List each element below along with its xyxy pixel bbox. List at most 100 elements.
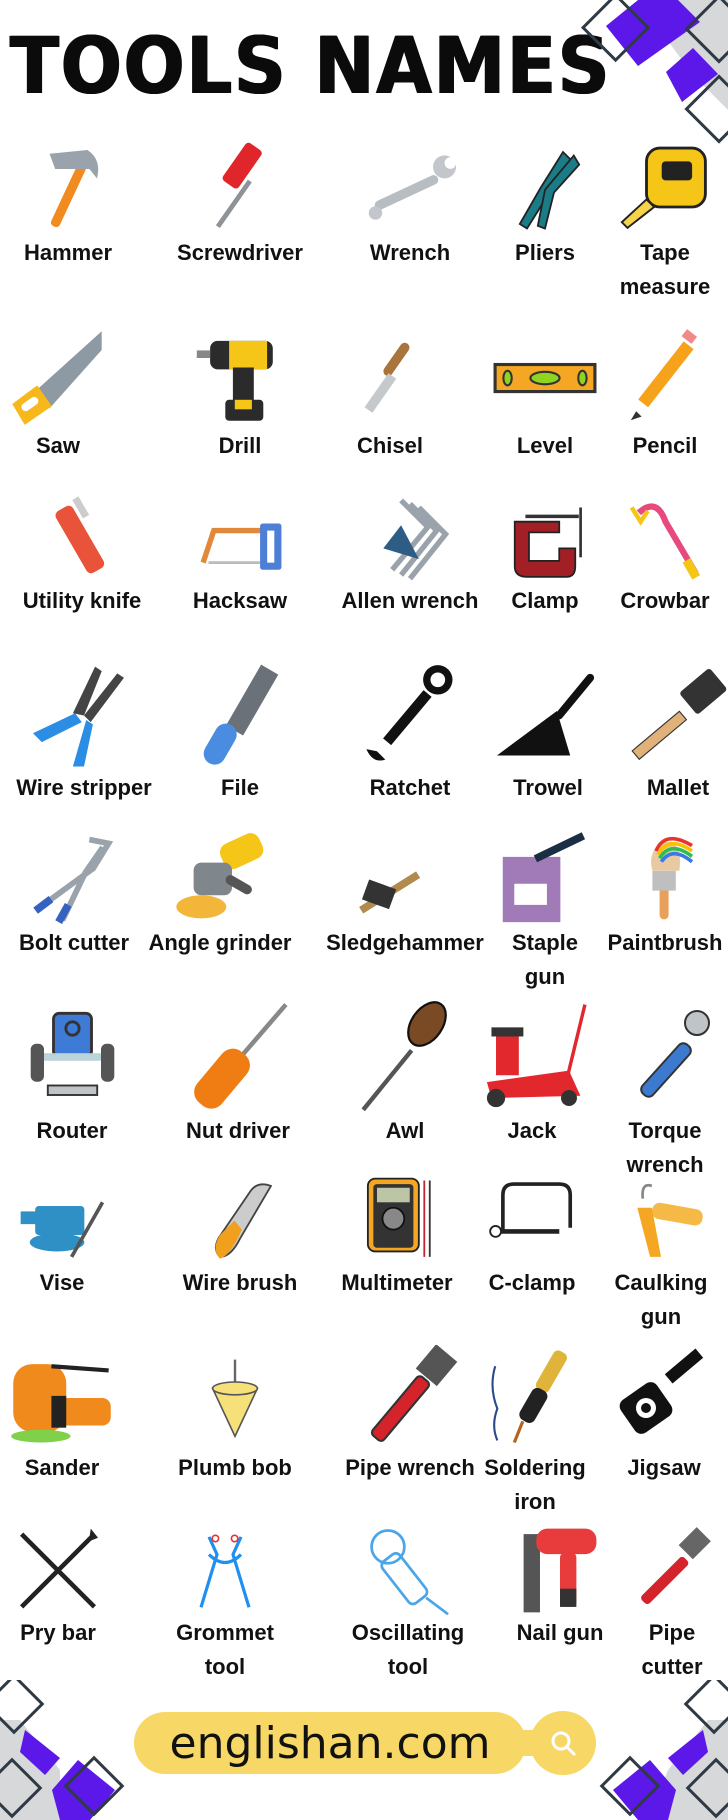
tool-label: Saw — [35, 433, 81, 458]
mallet-icon — [623, 660, 728, 771]
tool-label: Nut driver — [186, 1118, 290, 1143]
tool-label: Mallet — [646, 775, 710, 800]
tool-label-line2: gun — [640, 1304, 682, 1329]
tool-card-crowbar: Crowbar — [575, 495, 728, 618]
plumb-bob-icon — [195, 1345, 275, 1451]
angle-grinder-icon — [163, 830, 278, 926]
tool-card-pry-bar: Pry bar — [0, 1525, 148, 1650]
paintbrush-icon — [620, 830, 710, 926]
nut-driver-icon — [173, 1000, 303, 1114]
tool-label: Jigsaw — [627, 1455, 701, 1480]
tool-label: Sander — [24, 1455, 100, 1480]
corner-decoration-top-right — [580, 0, 728, 144]
torque-wrench-icon — [615, 1000, 715, 1114]
tool-label: Pencil — [632, 433, 698, 458]
allen-wrench-icon — [355, 495, 465, 584]
tool-label: Hacksaw — [192, 588, 288, 613]
tool-label-line2: tool — [204, 1654, 246, 1679]
tool-card-plumb-bob: Plumb bob — [145, 1345, 325, 1485]
tool-label: Plumb bob — [178, 1455, 292, 1480]
tool-label: Wire stripper — [16, 775, 152, 800]
grommet-tool-icon — [185, 1525, 265, 1616]
oscillating-tool-icon — [358, 1525, 458, 1616]
utility-knife-icon — [35, 495, 130, 584]
bolt-cutter-icon — [24, 830, 124, 926]
tool-card-nut-driver: Nut driver — [148, 1000, 328, 1148]
tool-label: Grommet — [176, 1620, 274, 1645]
site-url: englishan.com — [169, 1717, 491, 1769]
tool-label: Utility knife — [22, 588, 142, 613]
tool-card-tape-measure: Tape measure — [575, 140, 728, 304]
tool-label: File — [221, 775, 259, 800]
hammer-icon — [21, 140, 116, 236]
pencil-icon — [620, 325, 710, 429]
hacksaw-icon — [163, 495, 318, 584]
tool-card-paintbrush: Paintbrush — [575, 830, 728, 960]
tool-card-hammer: Hammer — [0, 140, 158, 270]
tool-card-sander: Sander — [0, 1345, 152, 1485]
tool-label: Tape — [640, 240, 690, 265]
ratchet-icon — [358, 660, 463, 771]
tool-label: Router — [36, 1118, 108, 1143]
tool-card-screwdriver: Screwdriver — [150, 140, 330, 270]
tool-label: Chisel — [356, 433, 424, 458]
wire-brush-icon — [185, 1175, 295, 1266]
tool-card-torque-wrench: Torque wrench — [575, 1000, 728, 1182]
sledgehammer-icon — [340, 830, 470, 926]
tool-card-hacksaw: Hacksaw — [150, 495, 330, 618]
tool-label-line2: measure — [619, 274, 711, 299]
saw-icon — [3, 325, 113, 429]
tool-label: Caulking — [614, 1270, 708, 1295]
tool-card-utility-knife: Utility knife — [0, 495, 172, 618]
tool-label: Screwdriver — [177, 240, 303, 265]
tool-card-saw: Saw — [0, 325, 148, 463]
tool-card-wire-brush: Wire brush — [150, 1175, 330, 1300]
pipe-cutter-icon — [622, 1525, 722, 1616]
tool-label: Angle grinder — [148, 930, 292, 955]
tool-label: Vise — [39, 1270, 85, 1295]
file-icon — [185, 660, 295, 771]
drill-icon — [193, 325, 288, 429]
tool-label: Pry bar — [20, 1620, 96, 1645]
router-icon — [25, 1000, 120, 1114]
jigsaw-icon — [614, 1345, 714, 1451]
tool-card-mallet: Mallet — [588, 660, 728, 805]
tool-label: Hammer — [23, 240, 113, 265]
corner-decoration-bottom-left — [0, 1680, 125, 1820]
tool-card-wire-stripper: Wire stripper — [0, 660, 174, 805]
tool-card-grommet-tool: Grommet tool — [135, 1525, 315, 1684]
tool-label: Crowbar — [620, 588, 710, 613]
corner-decoration-bottom-right — [599, 1680, 728, 1820]
tool-card-angle-grinder: Angle grinder — [130, 830, 310, 960]
tool-label-line2: tool — [387, 1654, 429, 1679]
chisel-icon — [350, 325, 430, 429]
tool-label-line2: iron — [514, 1489, 556, 1514]
tool-label-line2: cutter — [641, 1654, 703, 1679]
tool-card-pipe-cutter: Pipe cutter — [582, 1525, 728, 1684]
tool-label: Paintbrush — [607, 930, 723, 955]
tape-measure-icon — [618, 140, 713, 236]
sander-icon — [0, 1345, 132, 1451]
search-icon — [551, 1731, 576, 1756]
crowbar-icon — [618, 495, 713, 584]
tool-card-vise: Vise — [0, 1175, 152, 1300]
pry-bar-icon — [8, 1525, 108, 1616]
screwdriver-icon — [190, 140, 290, 236]
vise-icon — [0, 1175, 125, 1266]
tool-card-router: Router — [0, 1000, 162, 1148]
tool-card-file: File — [150, 660, 330, 805]
search-button[interactable] — [530, 1711, 596, 1775]
tool-label-line2: gun — [524, 964, 566, 989]
tool-label: Pipe — [648, 1620, 696, 1645]
tool-label: Torque — [628, 1118, 702, 1143]
site-url-pill[interactable]: englishan.com — [134, 1712, 526, 1774]
multimeter-icon — [347, 1175, 447, 1266]
caulking-gun-icon — [601, 1175, 721, 1266]
tool-card-chisel: Chisel — [300, 325, 480, 463]
page-title: TOOLS NAMES — [10, 22, 612, 112]
tool-card-pencil: Pencil — [575, 325, 728, 463]
tool-card-caulking-gun: Caulking gun — [571, 1175, 728, 1334]
tool-card-jigsaw: Jigsaw — [574, 1345, 728, 1485]
wire-stripper-icon — [24, 660, 144, 771]
tool-label: Wire brush — [182, 1270, 298, 1295]
